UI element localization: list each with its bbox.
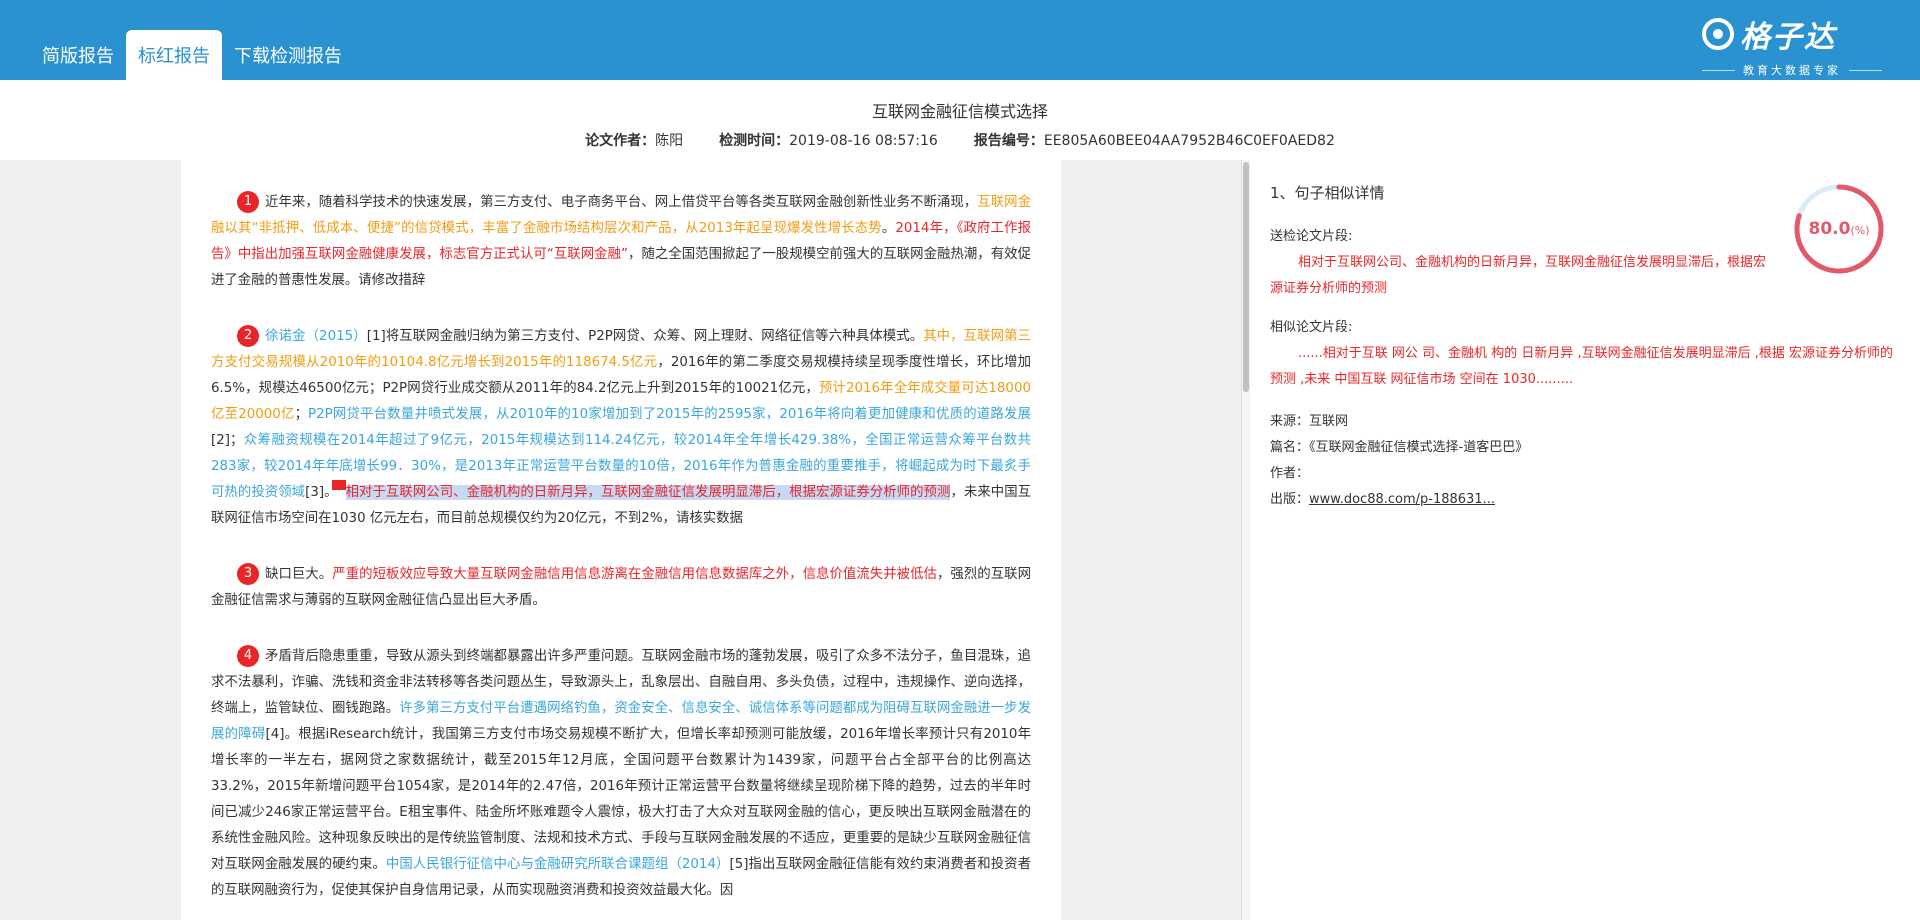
- paragraph-4: 4 矛盾背后隐患重重，导致从源头到终端都暴露出许多严重问题。互联网金融市场的蓬勃发…: [181, 644, 1061, 904]
- source-info: 来源：互联网 篇名：《互联网金融征信模式选择-道客巴巴》 作者： 出版：www.…: [1270, 409, 1900, 513]
- selected-similar-sentence[interactable]: 相对于互联网公司、金融机构的日新月异，互联网金融征信发展明显滞后，根据宏源证券分…: [345, 485, 951, 500]
- similar-text-blue[interactable]: 徐诺金（2015）: [265, 329, 367, 344]
- document-header: 互联网金融征信模式选择 论文作者：陈阳 检测时间：2019-08-16 08:5…: [0, 80, 1920, 160]
- author-label: 作者：: [1270, 466, 1310, 481]
- top-header: 简版报告 标红报告 下载检测报告 格子达 教育大数据专家: [0, 0, 1920, 80]
- document-body: 1 近年来，随着科学技术的快速发展，第三方支付、电子商务平台、网上借贷平台等各类互…: [181, 160, 1061, 920]
- similar-fragment-label: 相似论文片段:: [1270, 320, 1353, 335]
- scrollbar-thumb[interactable]: [1243, 162, 1249, 392]
- plain-text: 。: [881, 221, 896, 236]
- author-value: 陈阳: [655, 133, 684, 149]
- source-value: 互联网: [1309, 414, 1349, 429]
- report-tabs: 简版报告 标红报告 下载检测报告: [30, 30, 354, 80]
- logo-icon: [1702, 18, 1734, 50]
- paragraph-3: 3 缺口巨大。严重的短板效应导致大量互联网金融信用信息游离在金融信用信息数据库之外…: [181, 562, 1061, 614]
- paragraph-number-badge[interactable]: 4: [237, 645, 259, 667]
- plain-text: 缺口巨大。: [265, 567, 333, 582]
- paragraph-number-badge[interactable]: 1: [237, 191, 259, 213]
- plain-text: [1]将互联网金融归纳为第三方支付、P2P网贷、众筹、网上理财、网络征信等六种具…: [366, 329, 924, 344]
- paragraph-number-badge[interactable]: 3: [237, 563, 259, 585]
- similarity-gauge: 80.0(%): [1792, 182, 1886, 276]
- report-id-label: 报告编号：: [973, 133, 1044, 149]
- publish-link[interactable]: www.doc88.com/p-188631...: [1309, 492, 1495, 507]
- plain-text: [2]；: [211, 433, 244, 448]
- logo-text: 格子达: [1740, 20, 1836, 55]
- similarity-unit: (%): [1850, 224, 1870, 237]
- author-label: 论文作者：: [585, 133, 656, 149]
- plain-text: [4]。根据iResearch统计，我国第三方支付市场交易规模不断扩大，但增长率…: [211, 727, 1032, 872]
- paragraph-number-badge[interactable]: 2: [237, 325, 259, 347]
- report-id-value: EE805A60BEE04AA7952B46C0EF0AED82: [1043, 133, 1335, 149]
- submitted-fragment-text: 相对于互联网公司、金融机构的日新月异，互联网金融征信发展明显滞后，根据宏源证券分…: [1270, 255, 1767, 296]
- title-value: 《互联网金融征信模式选择-道客巴巴》: [1309, 440, 1529, 455]
- tab-brief-report[interactable]: 简版报告: [30, 30, 126, 80]
- similarity-detail-panel: 1、句子相似详情 80.0(%) 送检论文片段: 相对于互联网公司、金融机构的日…: [1250, 160, 1920, 920]
- source-label: 来源：: [1270, 414, 1310, 429]
- time-label: 检测时间：: [719, 133, 790, 149]
- plain-text: 近年来，随着科学技术的快速发展，第三方支付、电子商务平台、网上借贷平台等各类互联…: [265, 195, 978, 210]
- similar-text-blue[interactable]: 中国人民银行征信中心与金融研究所联合课题组（2014）: [386, 857, 730, 872]
- title-label: 篇名：: [1270, 440, 1310, 455]
- logo-subtitle: 教育大数据专家: [1743, 64, 1841, 77]
- plain-text: ；: [294, 407, 308, 422]
- document-scrollbar[interactable]: [1241, 160, 1249, 920]
- document-meta: 论文作者：陈阳 检测时间：2019-08-16 08:57:16 报告编号：EE…: [0, 130, 1920, 150]
- paragraph-2: 2 徐诺金（2015）[1]将互联网金融归纳为第三方支付、P2P网贷、众筹、网上理…: [181, 324, 1061, 532]
- tab-marked-report[interactable]: 标红报告: [126, 30, 222, 80]
- tab-download-report[interactable]: 下载检测报告: [222, 30, 354, 80]
- similar-fragment-text: ......相对于互联 网公 司、金融机 构的 日新月异 ,互联网金融征信发展明…: [1270, 346, 1893, 387]
- page-title: 互联网金融征信模式选择: [871, 102, 1048, 121]
- publish-label: 出版：: [1270, 492, 1310, 507]
- time-value: 2019-08-16 08:57:16: [789, 133, 938, 149]
- similar-text-red[interactable]: 严重的短板效应导致大量互联网金融信用信息游离在金融信用信息数据库之外，信息价值流…: [332, 567, 937, 582]
- selection-flag-icon: [331, 480, 346, 490]
- similarity-score: 80.0: [1808, 219, 1851, 239]
- paragraph-1: 1 近年来，随着科学技术的快速发展，第三方支付、电子商务平台、网上借贷平台等各类互…: [181, 190, 1061, 294]
- logo: 格子达 教育大数据专家: [1702, 12, 1882, 77]
- similar-text-blue[interactable]: P2P网贷平台数量井喷式发展，从2010年的10家增加到了2015年的2595家…: [308, 407, 1031, 422]
